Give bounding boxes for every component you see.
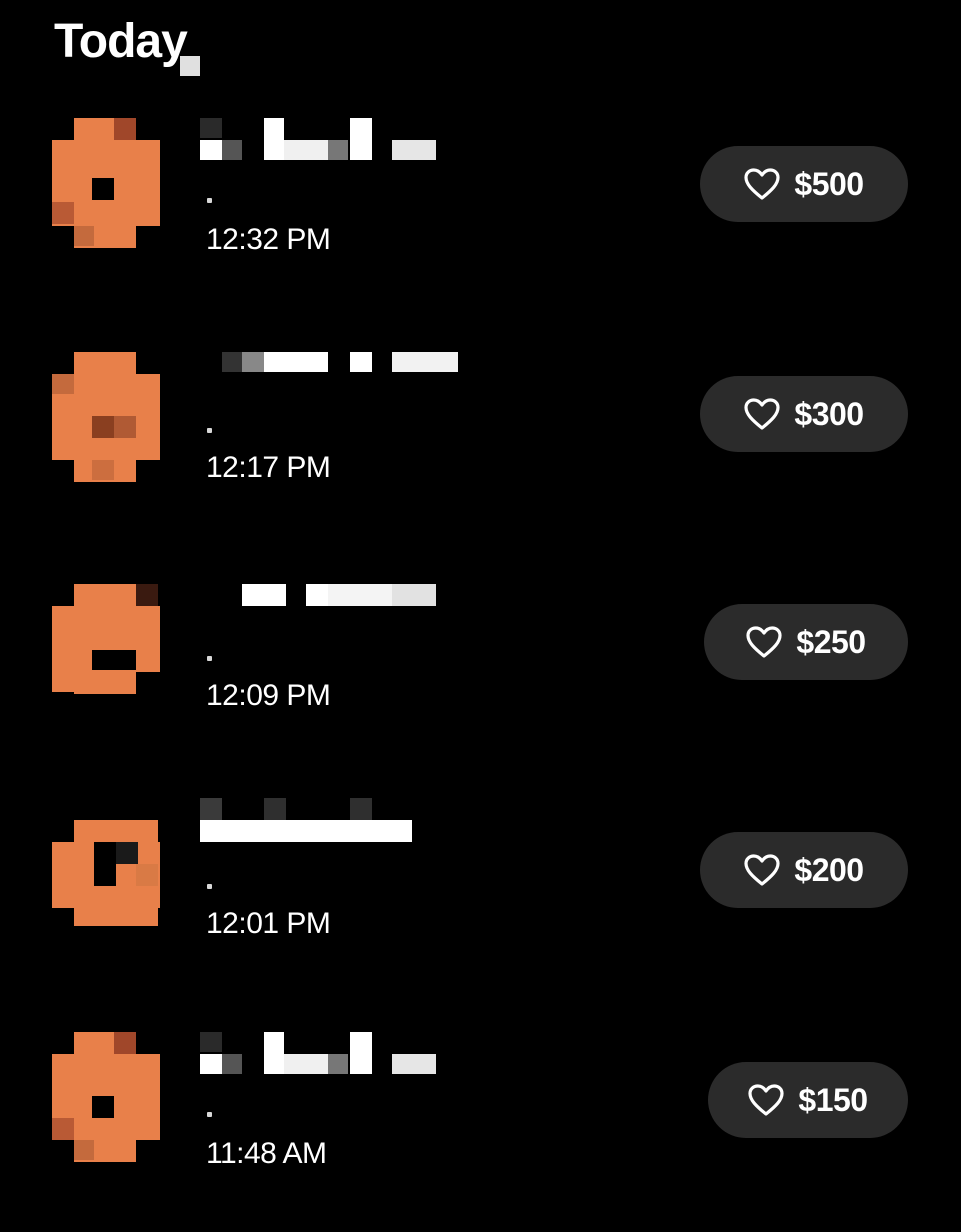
username-blurred	[200, 584, 460, 634]
gift-amount: $300	[794, 395, 864, 432]
gift-time: 11:48 AM	[206, 1137, 327, 1170]
separator-dot	[207, 884, 212, 889]
gift-amount: $500	[794, 165, 864, 202]
gift-row[interactable]: 12:09 PM $250	[0, 584, 961, 784]
separator-dot	[207, 656, 212, 661]
avatar[interactable]	[52, 118, 162, 248]
heart-icon	[744, 854, 781, 886]
section-title: Today	[54, 15, 188, 68]
gift-amount-button[interactable]: $150	[708, 1062, 908, 1138]
text-cursor	[180, 56, 200, 76]
gift-amount-button[interactable]: $250	[704, 604, 908, 680]
username-blurred	[200, 798, 460, 848]
username-blurred	[200, 1032, 460, 1082]
gift-row[interactable]: 12:01 PM $200	[0, 798, 961, 998]
heart-icon	[748, 1084, 785, 1116]
username-blurred	[200, 352, 460, 436]
heart-icon	[746, 626, 783, 658]
gift-time: 12:09 PM	[206, 679, 331, 712]
gift-time: 12:17 PM	[206, 451, 331, 484]
gift-row[interactable]: 12:17 PM $300	[0, 352, 961, 552]
separator-dot	[207, 1112, 212, 1117]
gift-amount-button[interactable]: $200	[700, 832, 908, 908]
separator-dot	[207, 198, 212, 203]
avatar[interactable]	[52, 1032, 162, 1162]
gift-amount-button[interactable]: $500	[700, 146, 908, 222]
username-blurred	[200, 118, 460, 168]
separator-dot	[207, 428, 212, 433]
gift-time: 12:32 PM	[206, 223, 331, 256]
avatar[interactable]	[52, 584, 162, 714]
heart-icon	[744, 398, 781, 430]
gift-row[interactable]: 12:32 PM $500	[0, 118, 961, 318]
gift-amount: $200	[794, 851, 864, 888]
heart-icon	[744, 168, 781, 200]
gift-amount: $250	[796, 623, 866, 660]
avatar[interactable]	[52, 352, 162, 482]
gift-amount-button[interactable]: $300	[700, 376, 908, 452]
gift-row[interactable]: 11:48 AM $150	[0, 1032, 961, 1232]
gift-amount: $150	[798, 1081, 868, 1118]
avatar[interactable]	[52, 820, 162, 950]
gift-time: 12:01 PM	[206, 907, 331, 940]
